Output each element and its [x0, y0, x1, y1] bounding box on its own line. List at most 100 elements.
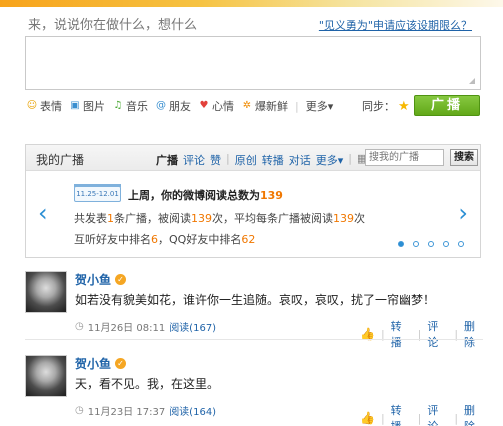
- tool-label: 心情: [212, 100, 234, 113]
- stats-text: ，QQ好友中排名: [158, 233, 242, 246]
- tool-more[interactable]: 更多▾: [306, 98, 334, 114]
- verified-icon: ✓: [115, 274, 127, 285]
- burst-icon: ✲: [242, 100, 252, 111]
- post-textarea[interactable]: [25, 36, 481, 90]
- image-icon: ▣: [70, 100, 80, 111]
- tab-repost[interactable]: 转播: [262, 152, 284, 168]
- tool-label: 表情: [40, 100, 62, 113]
- pager-dot[interactable]: [428, 241, 434, 247]
- comment-button[interactable]: 评论: [427, 318, 448, 350]
- date-range-badge: 11.25-12.01: [74, 184, 121, 202]
- clock-icon: ◷: [75, 405, 84, 416]
- at-icon: @: [156, 100, 166, 111]
- panel-tabs: 广播 评论 赞 | 原创 转播 对话 更多▾ | ▦: [156, 152, 367, 168]
- my-broadcast-panel: 我的广播 广播 评论 赞 | 原创 转播 对话 更多▾ | ▦ 搜索 ‹ › 1…: [25, 144, 481, 258]
- stats-text: 共发表: [74, 212, 107, 225]
- tool-label: 图片: [83, 100, 105, 113]
- week-summary: 上周，你的微博阅读总数为139: [128, 187, 283, 203]
- post-meta: ◷ 11月26日 08:11 阅读(167): [75, 319, 216, 334]
- post-date[interactable]: 11月23日 17:37: [88, 403, 165, 418]
- tool-friend[interactable]: @ 朋友: [155, 98, 191, 114]
- stats-line-posts: 共发表1条广播，被阅读139次，平均每条广播被阅读139次: [74, 210, 365, 226]
- post-button[interactable]: 广播: [414, 95, 480, 116]
- sync-option[interactable]: 同步： ★: [362, 98, 410, 114]
- stats-number: 139: [191, 212, 212, 225]
- author-name[interactable]: 贺小鱼 ✓: [75, 355, 127, 372]
- tab-comments[interactable]: 评论: [183, 152, 205, 168]
- tool-fresh[interactable]: ✲ 爆新鲜: [241, 98, 288, 114]
- stats-line-rank: 互听好友中排名6，QQ好友中排名62: [74, 231, 255, 247]
- pager-dot[interactable]: [413, 241, 419, 247]
- tab-divider: |: [226, 152, 230, 165]
- top-banner-strip: [0, 0, 503, 7]
- topic-link[interactable]: "见义勇为"申请应该设期限么？: [319, 17, 472, 33]
- stats-text: 次: [354, 212, 365, 225]
- feed-divider: [25, 339, 483, 340]
- smiley-icon: ☺: [26, 100, 38, 111]
- next-arrow-icon[interactable]: ›: [458, 201, 468, 225]
- avatar[interactable]: [25, 271, 67, 313]
- action-divider: |: [417, 411, 422, 425]
- sync-label: 同步：: [362, 100, 395, 113]
- comment-button[interactable]: 评论: [427, 402, 448, 426]
- week-summary-text: 上周，你的微博阅读总数为: [128, 189, 260, 202]
- action-divider: |: [380, 411, 385, 425]
- stats-number: 1: [107, 212, 114, 225]
- tool-mood[interactable]: ♥ 心情: [198, 98, 234, 114]
- avatar[interactable]: [25, 355, 67, 397]
- tool-image[interactable]: ▣ 图片: [69, 98, 105, 114]
- pager-dot[interactable]: [458, 241, 464, 247]
- tab-dialog[interactable]: 对话: [289, 152, 311, 168]
- stats-number: 6: [151, 233, 158, 246]
- music-icon: ♫: [113, 100, 123, 111]
- stats-text: 互听好友中排名: [74, 233, 151, 246]
- search-input[interactable]: [365, 149, 444, 166]
- heart-icon: ♥: [199, 100, 209, 111]
- post-meta: ◷ 11月23日 17:37 阅读(164): [75, 403, 216, 418]
- tool-label: 朋友: [169, 100, 191, 113]
- tool-label: 爆新鲜: [255, 100, 288, 113]
- stats-text: 次，平均每条广播被阅读: [212, 212, 333, 225]
- panel-title: 我的广播: [36, 153, 85, 167]
- panel-header: 我的广播 广播 评论 赞 | 原创 转播 对话 更多▾ | ▦ 搜索: [26, 145, 480, 171]
- tab-more[interactable]: 更多▾: [316, 152, 344, 168]
- tool-music[interactable]: ♫ 音乐: [112, 98, 148, 114]
- read-count[interactable]: 阅读(164): [169, 403, 216, 418]
- delete-button[interactable]: 删除: [464, 402, 485, 426]
- clock-icon: ◷: [75, 321, 84, 332]
- post-actions: 👍 | 转播 | 评论 | 删除: [360, 318, 485, 350]
- author-label: 贺小鱼: [75, 357, 112, 371]
- pager-dots: [398, 241, 464, 247]
- stats-number: 62: [241, 233, 256, 246]
- week-total: 139: [260, 189, 283, 202]
- author-name[interactable]: 贺小鱼 ✓: [75, 271, 127, 288]
- author-label: 贺小鱼: [75, 273, 112, 287]
- stats-number: 139: [333, 212, 354, 225]
- tab-divider: |: [348, 152, 352, 165]
- composer-toolbar: ☺ 表情 ▣ 图片 ♫ 音乐 @ 朋友 ♥ 心情 ✲ 爆新鲜 | 更多▾: [26, 98, 333, 114]
- post-date[interactable]: 11月26日 08:11: [88, 319, 165, 334]
- star-icon[interactable]: ★: [398, 99, 410, 114]
- repost-button[interactable]: 转播: [391, 402, 412, 426]
- tab-likes[interactable]: 赞: [210, 152, 221, 168]
- pager-dot[interactable]: [443, 241, 449, 247]
- tool-emoticon[interactable]: ☺ 表情: [26, 98, 62, 114]
- read-count[interactable]: 阅读(167): [169, 319, 216, 334]
- tab-broadcast[interactable]: 广播: [156, 152, 178, 168]
- delete-button[interactable]: 删除: [464, 318, 485, 350]
- stats-text: 条广播，被阅读: [114, 212, 191, 225]
- verified-icon: ✓: [115, 358, 127, 369]
- tab-original[interactable]: 原创: [235, 152, 257, 168]
- repost-button[interactable]: 转播: [391, 318, 412, 350]
- toolbar-divider: |: [295, 99, 299, 113]
- like-icon[interactable]: 👍: [360, 411, 375, 425]
- post-text: 天，看不见。我，在这里。: [75, 377, 220, 391]
- tool-label: 音乐: [126, 100, 148, 113]
- action-divider: |: [454, 411, 459, 425]
- composer-prompt: 来，说说你在做什么，想什么: [28, 18, 198, 33]
- prev-arrow-icon[interactable]: ‹: [38, 201, 48, 225]
- pager-dot[interactable]: [398, 241, 404, 247]
- post-text: 如若没有貌美如花，谁许你一生追随。哀叹，哀叹，扰了一帘幽梦！: [75, 293, 436, 307]
- post-actions: 👍 | 转播 | 评论 | 删除: [360, 402, 485, 426]
- search-button[interactable]: 搜索: [450, 149, 478, 166]
